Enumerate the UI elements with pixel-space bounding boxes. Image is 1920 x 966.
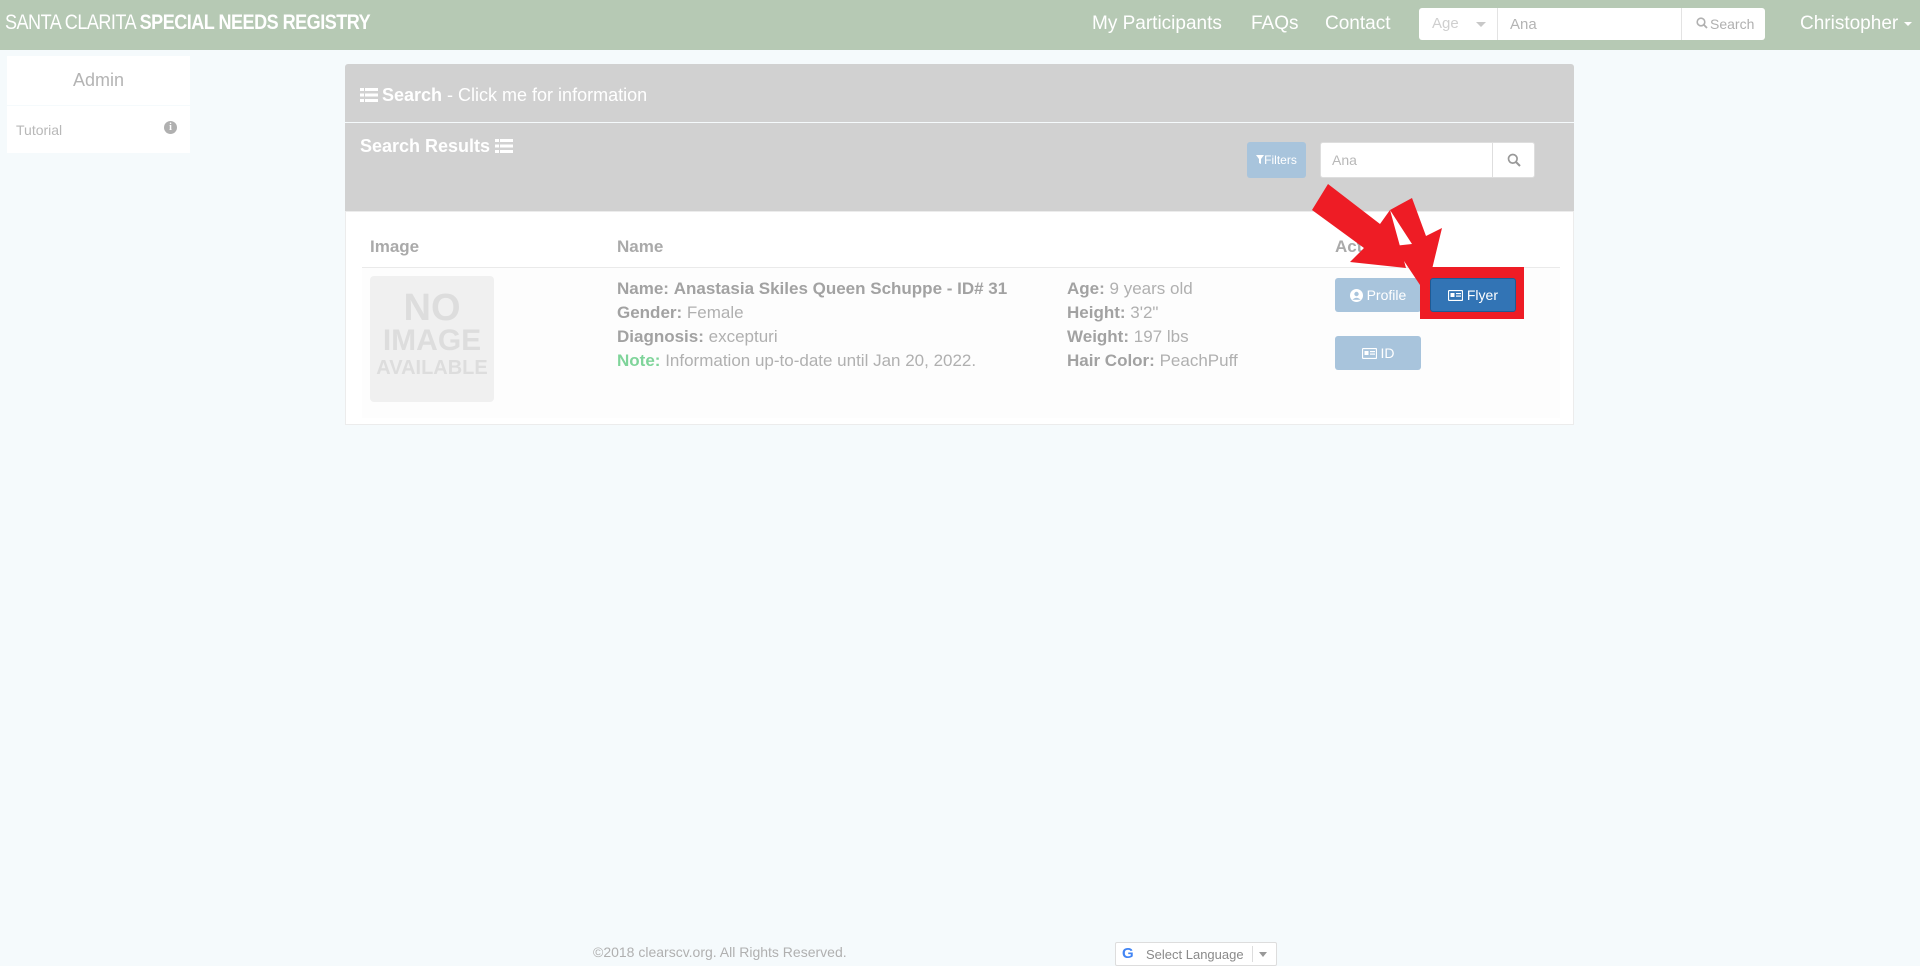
navbar-search-input-value: Ana [1510,16,1537,33]
language-selector[interactable]: G Select Language [1115,942,1277,966]
participant-age: Age: 9 years old [1067,279,1193,299]
age-select-value: Age [1432,15,1459,32]
nav-link-faqs[interactable]: FAQs [1251,13,1299,35]
red-arrow-right [1390,198,1442,294]
results-search-button[interactable] [1492,143,1535,177]
hair-color-value: PeachPuff [1159,351,1238,370]
search-panel-title: Search [382,85,443,105]
column-header-name: Name [617,237,664,256]
note-value: Information up-to-date until Jan 20, 202… [665,351,977,370]
weight-value: 197 lbs [1133,327,1189,346]
age-value: 9 years old [1109,279,1193,298]
user-name: Christopher [1800,13,1899,34]
participant-note: Note: Information up-to-date until Jan 2… [617,351,976,371]
list-icon [360,87,378,108]
navbar-search-button[interactable]: Search [1681,8,1766,40]
sidebar-header: Admin [7,56,190,105]
participant-gender: Gender: Female [617,303,744,323]
search-panel-subtitle: - Click me for information [442,85,648,105]
brand-light-text: SANTA CLARITA [5,11,136,34]
flyer-button-label: Flyer [1466,287,1498,303]
navbar-search-button-label: Search [1710,16,1755,32]
results-search-value: Ana [1332,152,1357,168]
chevron-down-icon [1259,952,1267,957]
participant-diagnosis: Diagnosis: excepturi [617,327,778,347]
info-icon: i [164,121,177,134]
age-label: Age: [1067,279,1105,298]
results-title-group: Search Results [360,136,517,159]
no-image-text-1: NO [403,287,461,329]
no-image-text-2: IMAGE [382,324,482,357]
participant-name: Name: Anastasia Skiles Queen Schuppe - I… [617,279,1007,299]
filter-icon [1256,153,1265,167]
gender-value: Female [686,303,744,322]
age-select[interactable]: Age [1419,8,1498,40]
user-menu[interactable]: Christopher [1800,13,1913,35]
search-panel-title-group: Search - Click me for information [360,85,647,108]
results-search-input[interactable]: Ana [1320,142,1535,178]
name-label: Name: [617,279,669,298]
filters-button-label: Filters [1264,153,1297,167]
brand-logo[interactable]: SANTA CLARITA SPECIAL NEEDS REGISTRY [5,11,371,35]
google-icon: G [1122,945,1134,962]
navbar-search-group: Age Ana Search [1419,8,1765,40]
id-button-label: ID [1380,345,1395,361]
red-arrow-left [1312,184,1406,268]
top-navbar: SANTA CLARITA SPECIAL NEEDS REGISTRY My … [0,0,1920,50]
chevron-down-icon [1904,21,1913,26]
no-image-placeholder: NO IMAGE AVAILABLE [370,276,494,402]
nav-link-contact[interactable]: Contact [1325,13,1390,35]
note-label: Note: [617,351,661,370]
participant-weight: Weight: 197 lbs [1067,327,1189,347]
diagnosis-label: Diagnosis: [617,327,704,346]
filters-button[interactable]: Filters [1247,142,1306,178]
height-label: Height: [1067,303,1126,322]
sidebar-item-tutorial[interactable]: Tutorial i [7,106,190,153]
name-value: Anastasia Skiles Queen Schuppe - ID# 31 [673,279,1008,298]
hair-color-label: Hair Color: [1067,351,1155,370]
no-image-text-3: AVAILABLE [376,357,488,379]
sidebar-item-label: Tutorial [16,122,63,138]
sidebar: Admin Tutorial i [7,56,190,153]
participant-height: Height: 3'2" [1067,303,1158,323]
diagnosis-value: excepturi [708,327,778,346]
search-panel-header[interactable]: Search - Click me for information [345,64,1574,122]
brand-bold-text: SPECIAL NEEDS REGISTRY [139,11,371,34]
chevron-down-icon [1476,22,1486,27]
id-button[interactable]: ID [1335,336,1421,370]
nav-link-my-participants[interactable]: My Participants [1092,13,1222,35]
navbar-search-input[interactable]: Ana [1498,8,1680,40]
results-title: Search Results [360,136,491,156]
gender-label: Gender: [617,303,683,322]
weight-label: Weight: [1067,327,1130,346]
id-card-icon [1361,345,1377,361]
footer-copyright: ©2018 clearscv.org. All Rights Reserved. [593,944,847,960]
column-header-image: Image [370,237,420,256]
list-icon [495,138,514,159]
height-value: 3'2" [1130,303,1159,322]
participant-hair-color: Hair Color: PeachPuff [1067,351,1238,371]
annotation-arrows [1308,182,1448,302]
search-icon [1696,16,1708,32]
id-card-icon [1447,287,1464,303]
